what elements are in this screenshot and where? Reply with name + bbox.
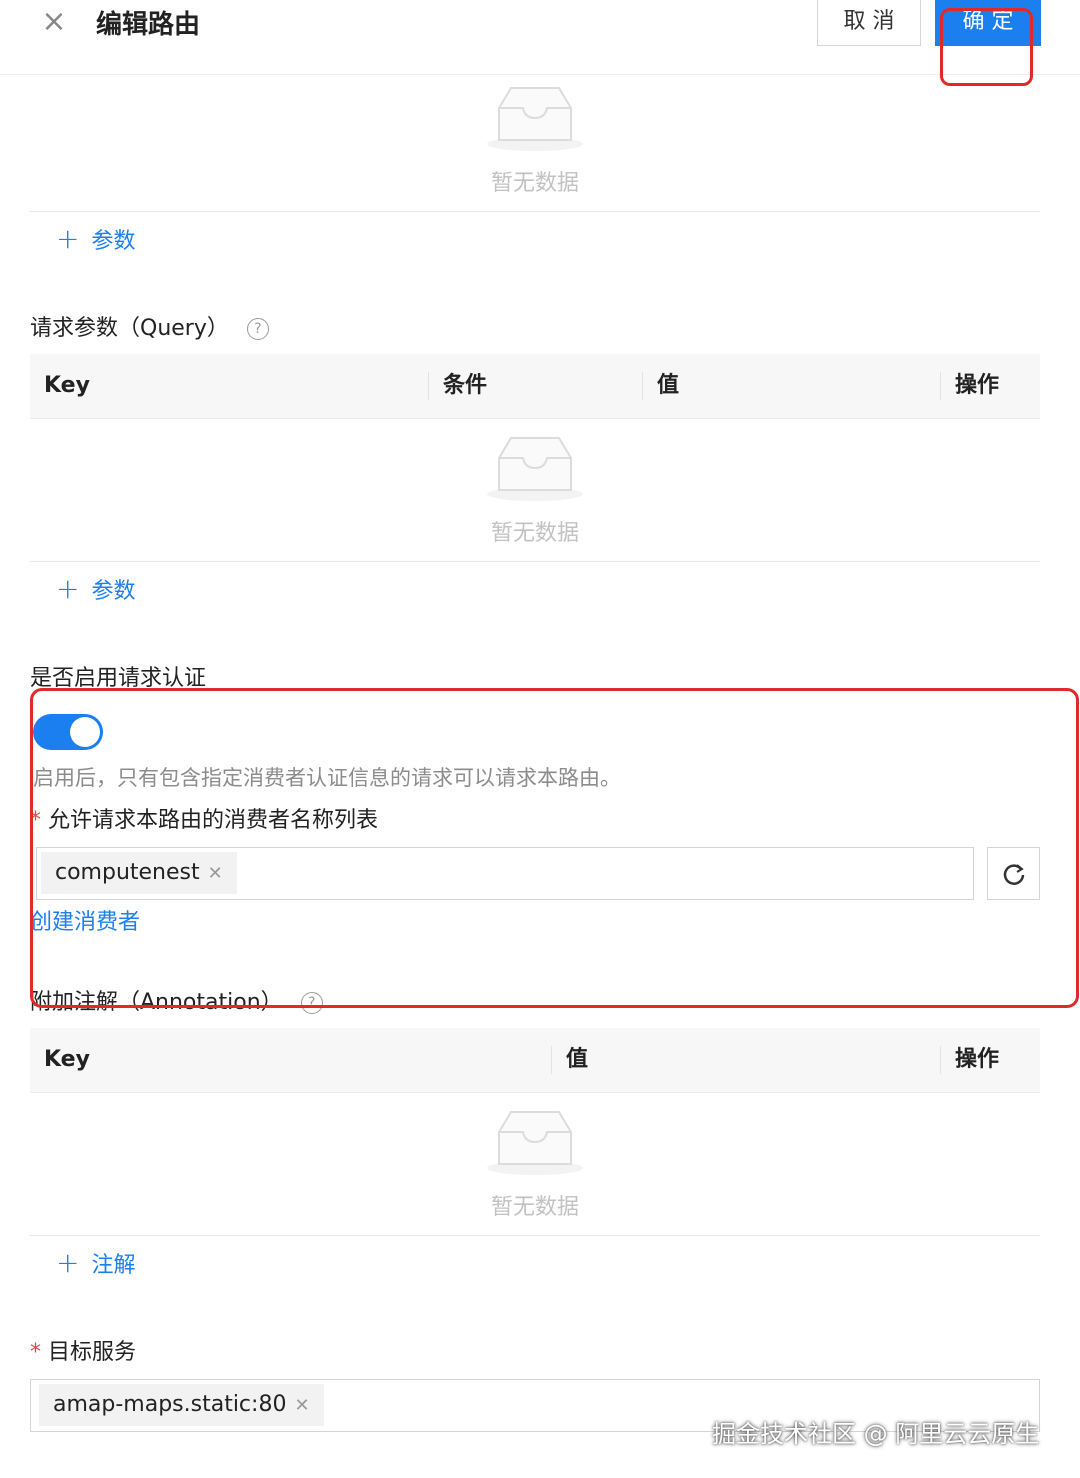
watermark: 掘金技术社区 @ 阿里云云原生 bbox=[712, 1420, 1040, 1448]
query-col-value: 值 bbox=[657, 373, 680, 398]
empty-text: 暂无数据 bbox=[490, 171, 579, 196]
column-separator bbox=[551, 1046, 552, 1074]
query-section-label: 请求参数（Query）? bbox=[30, 310, 269, 342]
cancel-button[interactable]: 取 消 bbox=[817, 0, 921, 46]
target-service-label: * 目标服务 bbox=[30, 1334, 136, 1366]
annotation-col-action: 操作 bbox=[955, 1047, 1000, 1072]
add-header-param-label: 参数 bbox=[91, 229, 136, 254]
table-divider bbox=[30, 211, 1040, 212]
empty-text: 暂无数据 bbox=[490, 1195, 579, 1220]
target-service-tag-label: amap-maps.static:80 bbox=[53, 1392, 287, 1417]
add-header-param-link[interactable]: + 参数 bbox=[56, 222, 135, 255]
empty-text: 暂无数据 bbox=[490, 521, 579, 546]
table-divider bbox=[30, 1235, 1040, 1236]
query-col-action: 操作 bbox=[955, 373, 1000, 398]
target-service-tag: amap-maps.static:80 ✕ bbox=[39, 1384, 324, 1426]
add-query-param-label: 参数 bbox=[91, 579, 136, 604]
column-separator bbox=[428, 372, 429, 400]
tag-close-icon[interactable]: ✕ bbox=[294, 1395, 309, 1416]
target-service-title: 目标服务 bbox=[48, 1340, 137, 1365]
annotation-table-header: Key 值 操作 bbox=[30, 1028, 1040, 1093]
auth-highlight-box bbox=[30, 688, 1079, 1008]
query-col-key: Key bbox=[44, 373, 90, 398]
inbox-empty-icon bbox=[487, 87, 583, 151]
add-query-param-link[interactable]: + 参数 bbox=[56, 572, 135, 605]
annotation-col-key: Key bbox=[44, 1047, 90, 1072]
plus-icon: + bbox=[56, 572, 80, 605]
close-icon[interactable]: × bbox=[40, 7, 68, 37]
add-annotation-label: 注解 bbox=[91, 1253, 136, 1278]
query-col-condition: 条件 bbox=[443, 373, 488, 398]
confirm-highlight-box bbox=[940, 8, 1033, 86]
add-annotation-link[interactable]: + 注解 bbox=[56, 1246, 135, 1279]
question-circle-icon[interactable]: ? bbox=[246, 318, 269, 340]
query-table-header: Key 条件 值 操作 bbox=[30, 354, 1040, 419]
column-separator bbox=[642, 372, 643, 400]
annotation-col-value: 值 bbox=[566, 1047, 589, 1072]
plus-icon: + bbox=[56, 1246, 80, 1279]
column-separator bbox=[940, 1046, 941, 1074]
inbox-empty-icon bbox=[487, 437, 583, 501]
column-separator bbox=[940, 372, 941, 400]
inbox-empty-icon bbox=[487, 1111, 583, 1175]
drawer-title: 编辑路由 bbox=[96, 10, 201, 40]
plus-icon: + bbox=[56, 222, 80, 255]
table-divider bbox=[30, 561, 1040, 562]
required-mark: * bbox=[30, 1340, 48, 1365]
query-section-title: 请求参数（Query） bbox=[30, 316, 229, 341]
